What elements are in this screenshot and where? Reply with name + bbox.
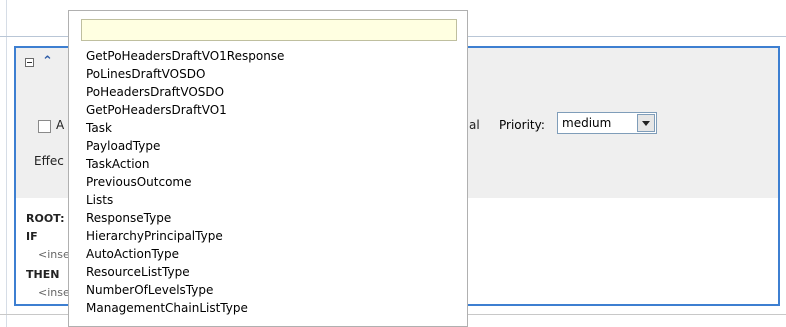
if-label: IF <box>26 230 38 243</box>
dropdown-option[interactable]: HierarchyPrincipalType <box>86 228 223 244</box>
left-guide-line <box>6 0 7 327</box>
dropdown-option[interactable]: GetPoHeadersDraftVO1Response <box>86 48 284 64</box>
root-label: ROOT: <box>26 212 65 225</box>
dropdown-option[interactable]: GetPoHeadersDraftVO1 <box>86 102 227 118</box>
filter-input[interactable] <box>81 19 457 41</box>
dropdown-option[interactable]: ResourceListType <box>86 264 190 280</box>
dropdown-option[interactable]: Task <box>86 120 112 136</box>
dropdown-option[interactable]: PoLinesDraftVOSDO <box>86 66 205 82</box>
then-label: THEN <box>26 268 60 281</box>
dropdown-option[interactable]: ResponseType <box>86 210 171 226</box>
dropdown-option[interactable]: NumberOfLevelsType <box>86 282 213 298</box>
collapse-icon[interactable] <box>25 58 34 67</box>
option-label-fragment: al <box>469 118 480 132</box>
priority-select[interactable]: medium <box>557 112 657 134</box>
priority-value: medium <box>562 116 612 130</box>
insert-action-link[interactable]: <inse <box>38 286 70 299</box>
priority-label: Priority: <box>499 118 545 132</box>
dropdown-option[interactable]: Lists <box>86 192 113 208</box>
dropdown-arrow-icon[interactable] <box>637 114 655 132</box>
fact-type-dropdown[interactable]: GetPoHeadersDraftVO1Response PoLinesDraf… <box>68 10 468 327</box>
dropdown-option[interactable]: TaskAction <box>86 156 149 172</box>
dropdown-option[interactable]: PoHeadersDraftVOSDO <box>86 84 224 100</box>
dropdown-option[interactable]: PreviousOutcome <box>86 174 191 190</box>
checkbox-label: A <box>56 118 65 132</box>
dropdown-option[interactable]: ManagementChainListType <box>86 300 248 316</box>
chevron-up-icon[interactable]: ⌃ <box>42 54 53 69</box>
dropdown-option[interactable]: PayloadType <box>86 138 160 154</box>
effective-date-label: Effec <box>34 154 64 168</box>
dropdown-option[interactable]: AutoActionType <box>86 246 179 262</box>
advanced-mode-checkbox[interactable] <box>38 120 51 133</box>
insert-test-link[interactable]: <inse <box>38 248 70 261</box>
